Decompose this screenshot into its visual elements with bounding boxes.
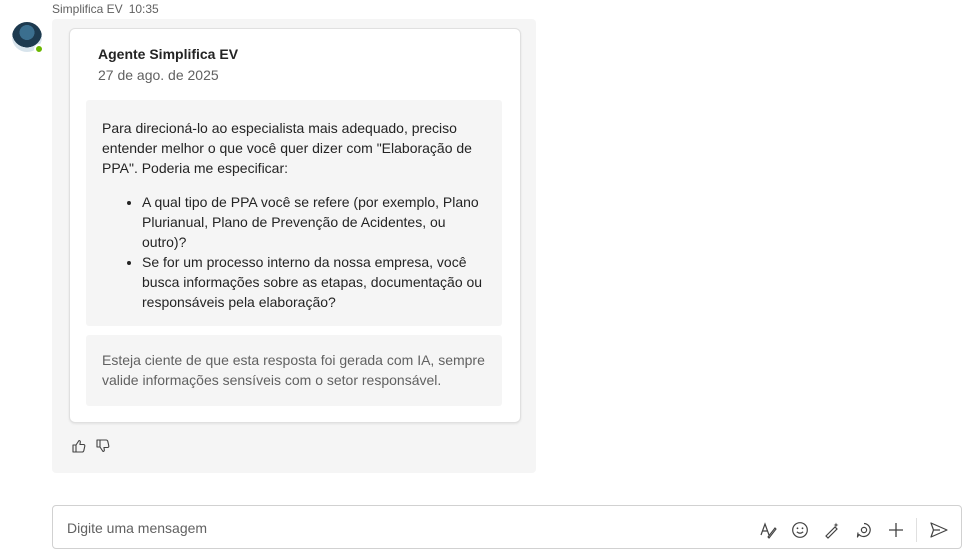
copilot-rewrite-icon[interactable]	[822, 520, 842, 540]
toolbar-divider	[916, 518, 917, 542]
message-bubble: Agente Simplifica EV 27 de ago. de 2025 …	[52, 19, 536, 473]
sender-avatar[interactable]	[12, 22, 44, 54]
feedback-reactions	[71, 438, 111, 454]
list-item: Se for um processo interno da nossa empr…	[142, 252, 486, 312]
sender-name: Simplifica EV	[52, 2, 123, 16]
ai-disclaimer: Esteja ciente de que esta resposta foi g…	[86, 335, 502, 406]
response-text-block: Para direcioná-lo ao especialista mais a…	[86, 100, 502, 326]
message-meta: Simplifica EV 10:35	[52, 2, 159, 16]
thumbs-down-icon[interactable]	[95, 438, 111, 454]
response-intro: Para direcioná-lo ao especialista mais a…	[102, 120, 472, 176]
message-composer	[52, 505, 962, 549]
list-item: A qual tipo de PPA você se refere (por e…	[142, 192, 486, 252]
message-input[interactable]	[65, 516, 749, 540]
message-time: 10:35	[128, 2, 159, 16]
composer-toolbar	[746, 518, 949, 542]
loop-component-icon[interactable]	[854, 520, 874, 540]
card-title: Agente Simplifica EV	[98, 46, 239, 62]
format-icon[interactable]	[758, 520, 778, 540]
presence-available-icon	[34, 44, 44, 54]
thumbs-up-icon[interactable]	[71, 438, 87, 454]
plus-icon[interactable]	[886, 520, 906, 540]
send-icon[interactable]	[929, 520, 949, 540]
response-bullet-list: A qual tipo de PPA você se refere (por e…	[102, 192, 486, 312]
card-date: 27 de ago. de 2025	[98, 67, 219, 83]
emoji-icon[interactable]	[790, 520, 810, 540]
adaptive-card: Agente Simplifica EV 27 de ago. de 2025 …	[69, 28, 521, 423]
